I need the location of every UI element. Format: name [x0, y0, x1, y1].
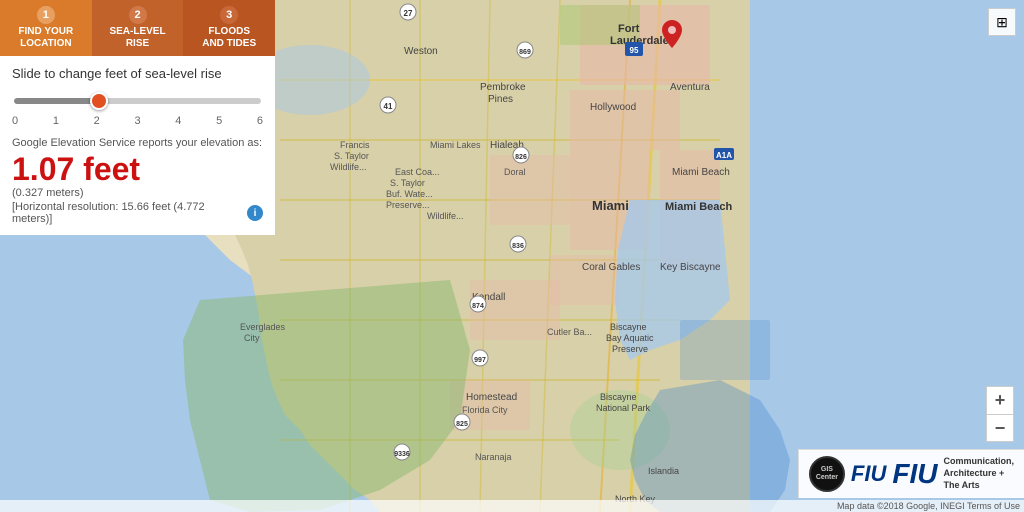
tab-1-number: 1: [37, 6, 55, 24]
svg-text:Weston: Weston: [404, 46, 438, 57]
zoom-out-button[interactable]: −: [986, 414, 1014, 442]
svg-text:A1A: A1A: [716, 151, 732, 160]
map-attribution: Map data ©2018 Google, INEGI Terms of Us…: [0, 500, 1024, 512]
slider-container: [12, 91, 263, 109]
svg-text:Cutler Ba...: Cutler Ba...: [547, 327, 592, 337]
tab-3-line2: AND TIDES: [187, 38, 271, 50]
fiu-description: Communication, Architecture + The Arts: [943, 456, 1014, 491]
svg-text:869: 869: [519, 49, 531, 56]
svg-text:S. Taylor: S. Taylor: [390, 178, 425, 188]
tab-2-line2: RISE: [96, 38, 180, 50]
tab-find-location[interactable]: 1 FIND YOUR LOCATION: [0, 0, 92, 56]
tab-floods-tides[interactable]: 3 FLOODS AND TIDES: [183, 0, 275, 56]
svg-text:Wildlife...: Wildlife...: [427, 211, 464, 221]
svg-text:Pines: Pines: [488, 94, 513, 105]
svg-text:East Coa...: East Coa...: [395, 167, 440, 177]
svg-text:Buf. Wate...: Buf. Wate...: [386, 189, 433, 199]
svg-text:Miami Lakes: Miami Lakes: [430, 140, 481, 150]
sea-level-rise-slider[interactable]: [14, 98, 261, 104]
fiu-wordmark-large: FIU: [892, 458, 937, 490]
tab-2-line1: SEA-LEVEL: [96, 26, 180, 38]
svg-text:Aventura: Aventura: [670, 82, 710, 93]
svg-text:National Park: National Park: [596, 403, 651, 413]
fiu-wordmark-small: FIU: [851, 461, 886, 487]
svg-text:Fort: Fort: [618, 23, 640, 35]
svg-text:Doral: Doral: [504, 167, 526, 177]
svg-text:Preserve: Preserve: [612, 344, 648, 354]
map-pin: [662, 20, 682, 53]
svg-text:Miami Beach: Miami Beach: [665, 201, 733, 213]
svg-text:Biscayne: Biscayne: [600, 392, 637, 402]
fullscreen-icon: ⊞: [996, 14, 1008, 31]
svg-text:Homestead: Homestead: [466, 392, 517, 403]
tab-3-line1: FLOODS: [187, 26, 271, 38]
svg-text:Pembroke: Pembroke: [480, 82, 526, 93]
svg-text:Biscayne: Biscayne: [610, 322, 647, 332]
svg-text:Bay Aquatic: Bay Aquatic: [606, 333, 654, 343]
svg-text:826: 826: [515, 154, 527, 161]
svg-text:Naranaja: Naranaja: [475, 452, 512, 462]
zoom-controls: + −: [986, 386, 1014, 442]
svg-text:City: City: [244, 333, 260, 343]
svg-text:Coral Gables: Coral Gables: [582, 262, 640, 273]
svg-text:Everglades: Everglades: [240, 322, 286, 332]
svg-text:9336: 9336: [394, 451, 410, 458]
svg-text:Miami Beach: Miami Beach: [672, 167, 730, 178]
step-tabs: 1 FIND YOUR LOCATION 2 SEA-LEVEL RISE 3 …: [0, 0, 275, 56]
tab-1-line2: LOCATION: [4, 38, 88, 50]
elevation-service-label: Google Elevation Service reports your el…: [12, 137, 263, 149]
tab-2-number: 2: [129, 6, 147, 24]
svg-text:27: 27: [404, 9, 413, 18]
panel-content: Slide to change feet of sea-level rise 0…: [0, 56, 275, 235]
slide-label: Slide to change feet of sea-level rise: [12, 66, 263, 81]
svg-text:Key Biscayne: Key Biscayne: [660, 262, 721, 273]
elevation-value: 1.07 feet: [12, 153, 263, 185]
fullscreen-button[interactable]: ⊞: [988, 8, 1016, 36]
svg-text:Miami: Miami: [592, 198, 629, 213]
svg-text:Islandia: Islandia: [648, 466, 679, 476]
elevation-meters: (0.327 meters): [12, 187, 263, 199]
svg-text:836: 836: [512, 243, 524, 250]
overlay-panel: 1 FIND YOUR LOCATION 2 SEA-LEVEL RISE 3 …: [0, 0, 275, 235]
tab-3-number: 3: [220, 6, 238, 24]
svg-text:874: 874: [472, 303, 484, 310]
info-icon[interactable]: i: [247, 205, 263, 221]
horizontal-resolution: [Horizontal resolution: 15.66 feet (4.77…: [12, 201, 263, 225]
svg-text:Francis: Francis: [340, 140, 370, 150]
svg-text:S. Taylor: S. Taylor: [334, 151, 369, 161]
svg-text:41: 41: [384, 102, 393, 111]
svg-text:Hollywood: Hollywood: [590, 102, 636, 113]
slider-ticks: 0 1 2 3 4 5 6: [12, 113, 263, 129]
tab-sea-level-rise[interactable]: 2 SEA-LEVEL RISE: [92, 0, 184, 56]
svg-text:95: 95: [630, 46, 639, 55]
svg-text:Preserve...: Preserve...: [386, 200, 430, 210]
svg-text:Florida City: Florida City: [462, 405, 508, 415]
tab-1-line1: FIND YOUR: [4, 26, 88, 38]
branding-bar: GIS Center FIU FIU Communication, Archit…: [798, 449, 1024, 498]
svg-text:Wildlife...: Wildlife...: [330, 162, 367, 172]
svg-text:825: 825: [456, 421, 468, 428]
fiu-gis-logo: GIS Center: [809, 456, 845, 492]
svg-text:997: 997: [474, 357, 486, 364]
zoom-in-button[interactable]: +: [986, 386, 1014, 414]
